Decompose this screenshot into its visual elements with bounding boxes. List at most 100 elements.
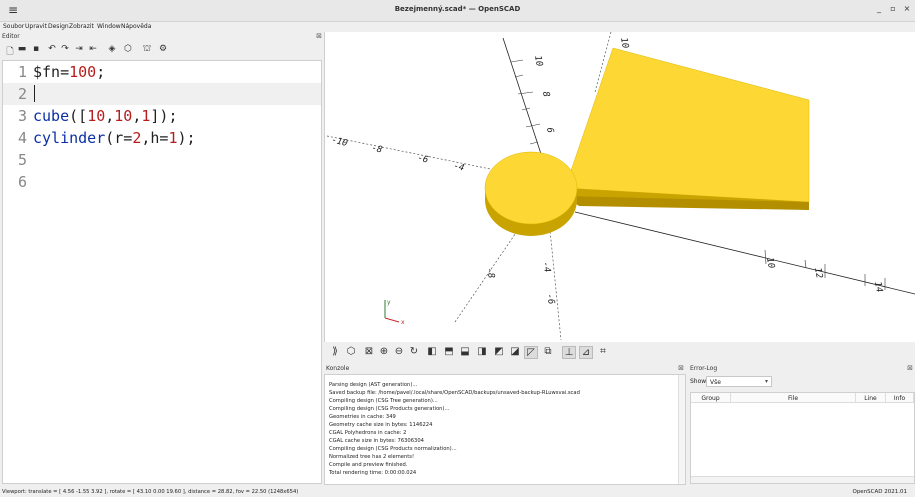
cube-top-face	[564, 47, 810, 203]
neg-x-tick-label: -4	[452, 161, 465, 173]
zoom-in-icon[interactable]: ⊕	[377, 346, 391, 357]
view-right-icon[interactable]: ◧	[425, 346, 439, 357]
show-axes-icon[interactable]: ⊥	[562, 346, 576, 359]
console-line: Geometries in cache: 349	[329, 414, 396, 420]
editor-panel-header: Editor ⊠	[0, 32, 324, 41]
error-log-close-icon[interactable]: ⊠	[907, 364, 913, 372]
save-file-icon[interactable]: ▪	[30, 44, 42, 54]
console-title: Konzole	[326, 365, 350, 372]
column-header-group[interactable]: Group	[691, 393, 731, 403]
console-line: Geometry cache size in bytes: 1146224	[329, 422, 433, 428]
3d-viewport[interactable]: 10 8 6 10 12 14 -10 -8 -6 -4 10 -4 -6 -8	[324, 32, 915, 342]
y-tick-label: 6	[544, 127, 555, 134]
menu-bar: Soubor Upravit Design Zobrazit Window Ná…	[0, 22, 915, 32]
line-number: 5	[17, 151, 27, 169]
error-log-panel-header: Error-Log ⊠	[686, 364, 915, 373]
show-edges-icon[interactable]: ⌗	[596, 346, 610, 357]
error-log-table[interactable]: Group File Line Info	[690, 392, 915, 484]
preview-icon[interactable]: ⟫	[328, 346, 342, 357]
error-log-show-label: Show	[690, 378, 707, 385]
redo-icon[interactable]: ↷	[59, 44, 71, 54]
menu-upravit[interactable]: Upravit	[25, 23, 47, 30]
code-line-4: cylinder(r=2,h=1);	[33, 129, 196, 147]
column-header-file[interactable]: File	[731, 393, 856, 403]
zoom-all-icon[interactable]: ⊠	[362, 346, 376, 357]
axes-indicator-y: y	[387, 299, 391, 306]
column-header-line[interactable]: Line	[856, 393, 886, 403]
current-line-highlight	[3, 83, 321, 105]
editor-title: Editor	[2, 33, 20, 40]
indent-icon[interactable]: ⇥	[73, 44, 85, 54]
line-number: 6	[17, 173, 27, 191]
z-tick-label: 10	[618, 37, 630, 49]
neg-y-tick-label: -4	[540, 261, 552, 273]
export-stl-icon[interactable]: ⛫	[141, 44, 153, 55]
window-title: Bezejmenný.scad* — OpenSCAD	[394, 5, 521, 13]
error-log-filter-value: Vše	[710, 379, 721, 386]
view-center-icon[interactable]: ⧉	[541, 346, 555, 357]
view-diagonal-icon[interactable]: ◸	[524, 346, 538, 359]
view-front-icon[interactable]: ◩	[492, 346, 506, 357]
maximize-button[interactable]: ▫	[887, 4, 899, 13]
status-bar: Viewport: translate = [ 4.56 -1.55 3.92 …	[0, 487, 915, 497]
console-line: CGAL cache size in bytes: 76306304	[329, 438, 424, 444]
zoom-out-icon[interactable]: ⊖	[392, 346, 406, 357]
minimize-button[interactable]: _	[873, 4, 885, 13]
view-left-icon[interactable]: ◨	[475, 346, 489, 357]
line-number: 4	[17, 129, 27, 147]
console-line: CGAL Polyhedrons in cache: 2	[329, 430, 407, 436]
show-scale-icon[interactable]: ⊿	[579, 346, 593, 359]
neg-y-tick-label: -6	[544, 293, 556, 305]
editor-toolbar: 🗋 ▬ ▪ ↶ ↷ ⇥ ⇤ ◈ ⬡ ⛫ ⚙	[4, 42, 324, 58]
reset-view-icon[interactable]: ↻	[407, 346, 421, 357]
send-to-print-icon[interactable]: ⚙	[157, 44, 169, 54]
cylinder-top-face	[484, 151, 578, 225]
console-line: Compiling design (CSG Products generatio…	[329, 406, 450, 412]
openscad-window: ≡ Bezejmenný.scad* — OpenSCAD _ ▫ × Soub…	[0, 0, 915, 497]
menu-window[interactable]: Window	[97, 23, 121, 30]
axes-indicator-x: x	[401, 319, 405, 326]
console-output[interactable]: Parsing design (AST generation)... Saved…	[324, 374, 686, 485]
view-back-icon[interactable]: ◪	[508, 346, 522, 357]
close-button[interactable]: ×	[901, 4, 913, 13]
view-bottom-icon[interactable]: ⬓	[458, 346, 472, 357]
console-line: Compile and preview finished.	[329, 462, 408, 468]
axes-indicator: y x	[384, 299, 405, 326]
console-scrollbar[interactable]	[678, 375, 685, 484]
menu-design[interactable]: Design	[48, 23, 69, 30]
console-line: Total rendering time: 0:00:00.024	[329, 470, 417, 476]
new-file-icon[interactable]: 🗋	[4, 44, 16, 60]
line-number: 1	[17, 63, 27, 81]
render-icon[interactable]: ⬡	[122, 44, 134, 54]
menu-soubor[interactable]: Soubor	[3, 23, 24, 30]
preview-icon[interactable]: ◈	[106, 44, 118, 54]
viewport-render: 10 8 6 10 12 14 -10 -8 -6 -4 10 -4 -6 -8	[326, 32, 915, 341]
error-log-filter-select[interactable]: Vše ▾	[706, 376, 772, 387]
code-editor[interactable]: 1 2 3 4 5 6 $fn=100; cube([10,10,1]); cy…	[2, 60, 322, 484]
console-line: Saved backup file: /home/pavel/.local/sh…	[329, 390, 580, 396]
y-tick-label: 8	[540, 91, 551, 98]
column-header-info[interactable]: Info	[886, 393, 914, 403]
neg-x-tick-label: -6	[416, 153, 429, 165]
menu-zobrazit[interactable]: Zobrazit	[69, 23, 94, 30]
neg-y-tick-label: -8	[484, 267, 496, 279]
console-close-icon[interactable]: ⊠	[678, 364, 684, 372]
x-axis-positive	[574, 211, 915, 295]
title-bar: ≡ Bezejmenný.scad* — OpenSCAD _ ▫ ×	[0, 0, 915, 22]
console-line: Normalized tree has 2 elements!	[329, 454, 415, 460]
chevron-down-icon: ▾	[764, 378, 768, 385]
unindent-icon[interactable]: ⇤	[87, 44, 99, 54]
error-log-hscrollbar[interactable]	[691, 476, 914, 483]
undo-icon[interactable]: ↶	[46, 44, 58, 54]
render-icon[interactable]: ⬡	[344, 346, 358, 357]
open-file-icon[interactable]: ▬	[16, 44, 28, 54]
menu-napoveda[interactable]: Nápověda	[121, 23, 151, 30]
neg-x-tick-label: -8	[370, 143, 383, 155]
view-toolbar: ⟫ ⬡ ⊠ ⊕ ⊖ ↻ ◧ ⬒ ⬓ ◨ ◩ ◪ ◸ ⧉ ⊥ ⊿ ⌗	[324, 343, 915, 363]
view-top-icon[interactable]: ⬒	[442, 346, 456, 357]
x-tick-label: 14	[872, 281, 884, 293]
editor-close-icon[interactable]: ⊠	[316, 32, 322, 40]
x-tick-label: 12	[812, 267, 824, 279]
y-tick-label: 10	[532, 55, 544, 67]
console-line: Compiling design (CSG Products normaliza…	[329, 446, 457, 452]
